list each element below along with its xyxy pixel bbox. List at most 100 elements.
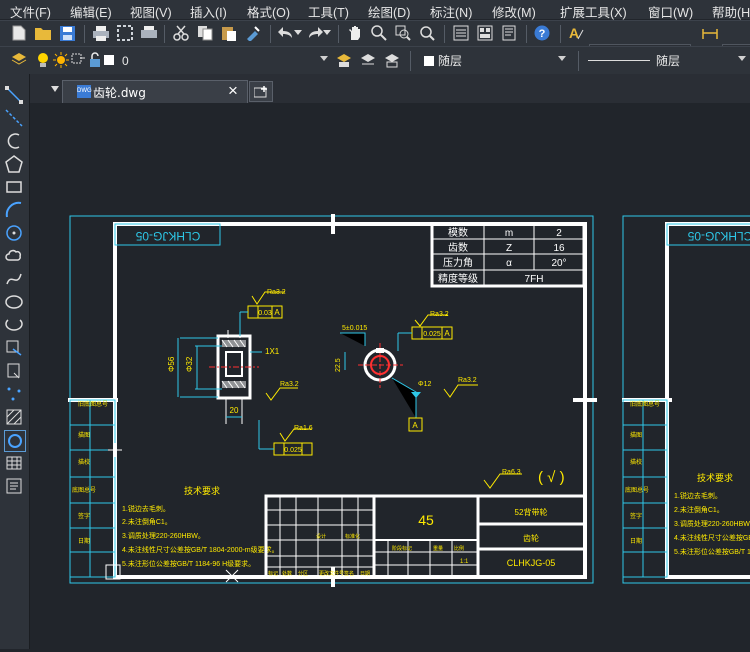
line-tool-icon[interactable] (4, 85, 24, 105)
layer-manager-icon[interactable] (10, 51, 28, 69)
margin-label: 描图 (78, 431, 90, 439)
rectangle-tool-icon[interactable] (4, 177, 24, 197)
tech-note: 2.未注倒角C1。 (122, 517, 172, 526)
sun-icon[interactable] (52, 51, 70, 69)
zoom-window-icon[interactable] (394, 24, 412, 42)
menu-help[interactable]: 帮助(H) (712, 2, 750, 21)
menu-file[interactable]: 文件(F) (10, 2, 51, 21)
xline-tool-icon[interactable] (4, 108, 24, 128)
open-folder-icon[interactable] (34, 24, 52, 42)
dwg-file-icon: DWG (77, 85, 92, 98)
spline-tool-icon[interactable] (4, 269, 24, 289)
margin-label: 日期 (630, 537, 642, 545)
copy-icon[interactable] (196, 24, 214, 42)
point-tool-icon[interactable] (4, 384, 24, 404)
sheet-outer-border (69, 215, 594, 584)
cut-icon[interactable] (172, 24, 190, 42)
dim-text: 20 (230, 406, 239, 415)
text-style-icon[interactable]: A (567, 24, 585, 42)
circle-tool-icon[interactable] (4, 223, 24, 243)
tolerance-value: 0.03 (258, 310, 272, 317)
hatch-tool-icon[interactable] (4, 407, 24, 427)
tab-gear-dwg[interactable]: DWG 齿轮.dwg × (62, 80, 248, 103)
arc-tool-icon[interactable] (4, 131, 24, 151)
save-icon[interactable] (58, 24, 76, 42)
new-tab-button[interactable] (249, 81, 273, 102)
margin-label: 日期 (78, 537, 90, 545)
menu-extend-tools[interactable]: 扩展工具(X) (560, 2, 627, 21)
material-spec-text: 52背带轮 (515, 507, 548, 517)
dim-text: 22.5 (335, 358, 342, 372)
menu-draw[interactable]: 绘图(D) (368, 2, 410, 21)
lightbulb-icon[interactable] (34, 51, 52, 69)
title-cell: 设计 (316, 533, 326, 540)
layer-color-swatch (103, 51, 115, 69)
make-current-layer-icon[interactable] (335, 51, 353, 69)
tool-palette-icon[interactable] (500, 24, 518, 42)
datum-letter: A (412, 421, 418, 430)
tab-list-dropdown-icon[interactable] (51, 86, 59, 92)
polygon-tool-icon[interactable] (4, 154, 24, 174)
linetype-select[interactable]: 随层 (584, 51, 750, 70)
ellipse-tool-icon[interactable] (4, 292, 24, 312)
margin-label: 描图 (630, 431, 642, 439)
menu-view[interactable]: 视图(V) (130, 2, 172, 21)
roughness-label: Ra3.2 (267, 289, 286, 296)
print-icon[interactable] (92, 24, 110, 42)
arc3p-tool-icon[interactable] (4, 200, 24, 220)
insert-block-icon[interactable] (4, 338, 24, 358)
dim-style-icon[interactable] (701, 24, 719, 42)
menu-modify[interactable]: 修改(M) (492, 2, 536, 21)
help-icon[interactable]: ? (533, 24, 551, 42)
layer-previous-icon[interactable] (359, 51, 377, 69)
zoom-realtime-icon[interactable] (370, 24, 388, 42)
menu-format[interactable]: 格式(O) (247, 2, 290, 21)
margin-label: 描校 (78, 458, 90, 466)
general-roughness-paren: ( √ ) (538, 469, 565, 486)
tab-close-button[interactable]: × (228, 81, 238, 101)
color-select[interactable]: 随层 (420, 51, 570, 70)
tech-note: 4.未注线性尺寸公差按GB/T (674, 533, 750, 542)
menu-insert[interactable]: 插入(I) (190, 2, 227, 21)
dim-text: Φ12 (418, 381, 431, 388)
undo-dropdown-icon[interactable] (293, 24, 303, 42)
plot-icon[interactable] (140, 24, 158, 42)
title-cell: 标记 (268, 570, 278, 577)
make-block-icon[interactable] (4, 361, 24, 381)
zoom-previous-icon[interactable] (418, 24, 436, 42)
table-tool-icon[interactable] (4, 453, 24, 473)
tech-note: 1.锐边去毛刺。 (122, 504, 170, 513)
ellipse-arc-tool-icon[interactable] (4, 315, 24, 335)
code-mirrored-text: CLHKJG-05 (135, 229, 200, 243)
new-file-icon[interactable] (10, 24, 28, 42)
paste-icon[interactable] (220, 24, 238, 42)
dim-text: 5±0.015 (342, 325, 367, 332)
match-properties-icon[interactable] (244, 24, 262, 42)
menu-dimension[interactable]: 标注(N) (430, 2, 472, 21)
preview-icon[interactable] (116, 24, 134, 42)
mtext-tool-icon[interactable] (4, 476, 24, 496)
drawing-svg: CLHKJG-05 模数 m 2 齿数 Z 16 压力角 α 20° 精度等级 … (68, 214, 750, 587)
drawing-canvas[interactable]: CLHKJG-05 模数 m 2 齿数 Z 16 压力角 α 20° 精度等级 … (30, 103, 750, 649)
material-text: 45 (418, 512, 434, 528)
tech-title: 技术要求 (697, 472, 733, 483)
layer-state-icon[interactable] (383, 51, 401, 69)
padlock-icon[interactable] (86, 51, 104, 69)
pan-hand-icon[interactable] (346, 24, 364, 42)
menu-edit[interactable]: 编辑(E) (70, 2, 112, 21)
design-center-icon[interactable] (476, 24, 494, 42)
redo-dropdown-icon[interactable] (322, 24, 332, 42)
region-tool-icon[interactable] (4, 430, 26, 452)
menu-window[interactable]: 窗口(W) (648, 2, 693, 21)
param-value: 16 (553, 243, 565, 254)
hub-circle-view: 5±0.015 22.5 0.025 A Ra3.2 A Φ12 Ra3.2 (335, 311, 478, 432)
layers-toolbar: 0 随层 随层 (0, 46, 750, 74)
revcloud-tool-icon[interactable] (4, 246, 24, 266)
tech-note: 5.未注形位公差按GB/T 11 (674, 547, 750, 556)
properties-icon[interactable] (452, 24, 470, 42)
menu-tools[interactable]: 工具(T) (308, 2, 349, 21)
param-symbol: Z (506, 243, 512, 254)
tech-note: 3.调质处理220-260HBW。 (122, 531, 205, 540)
layer-select[interactable]: 0 (118, 51, 332, 70)
tolerance-value: 0.025 (423, 331, 441, 338)
